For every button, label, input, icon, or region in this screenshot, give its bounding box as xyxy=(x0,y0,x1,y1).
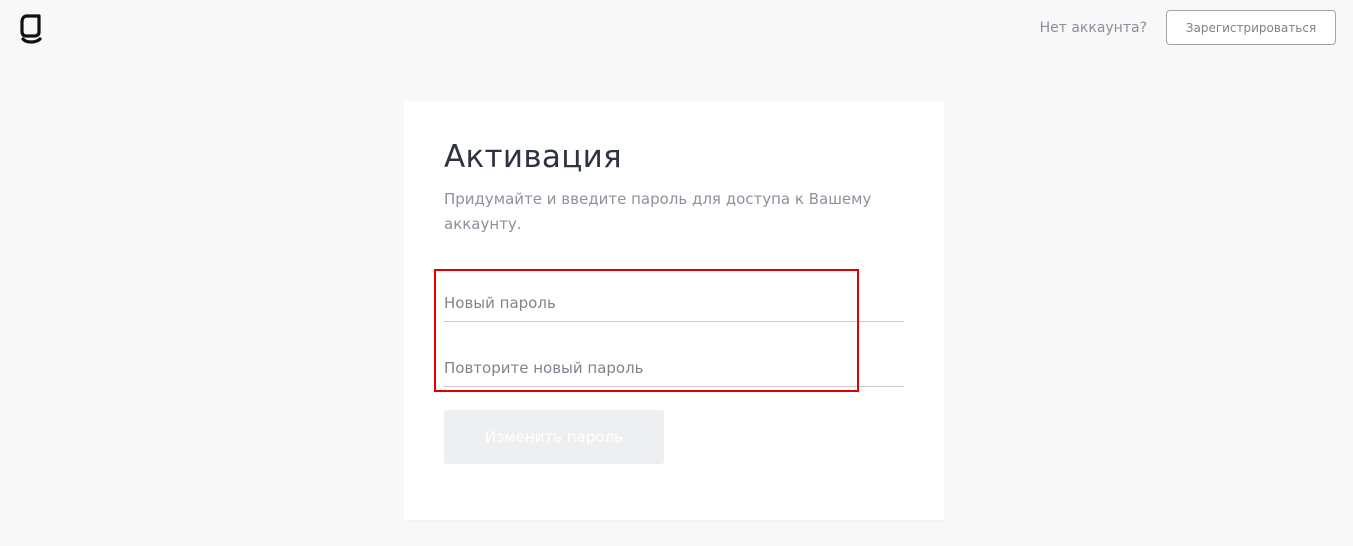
change-password-button[interactable]: Изменить пароль xyxy=(444,410,664,464)
repeat-password-input[interactable] xyxy=(444,350,904,386)
no-account-text: Нет аккаунта? xyxy=(1039,19,1147,36)
activation-card: Активация Придумайте и введите пароль дл… xyxy=(404,101,944,520)
page-subtitle: Придумайте и введите пароль для доступа … xyxy=(444,190,872,233)
page-title: Активация xyxy=(444,139,622,175)
header-actions: Нет аккаунта? Зарегистрироваться xyxy=(1040,10,1336,45)
register-button[interactable]: Зарегистрироваться xyxy=(1166,10,1336,45)
repeat-password-field xyxy=(444,350,904,387)
new-password-field xyxy=(444,285,904,322)
new-password-input[interactable] xyxy=(444,285,904,321)
g-logo-icon[interactable] xyxy=(20,12,46,44)
